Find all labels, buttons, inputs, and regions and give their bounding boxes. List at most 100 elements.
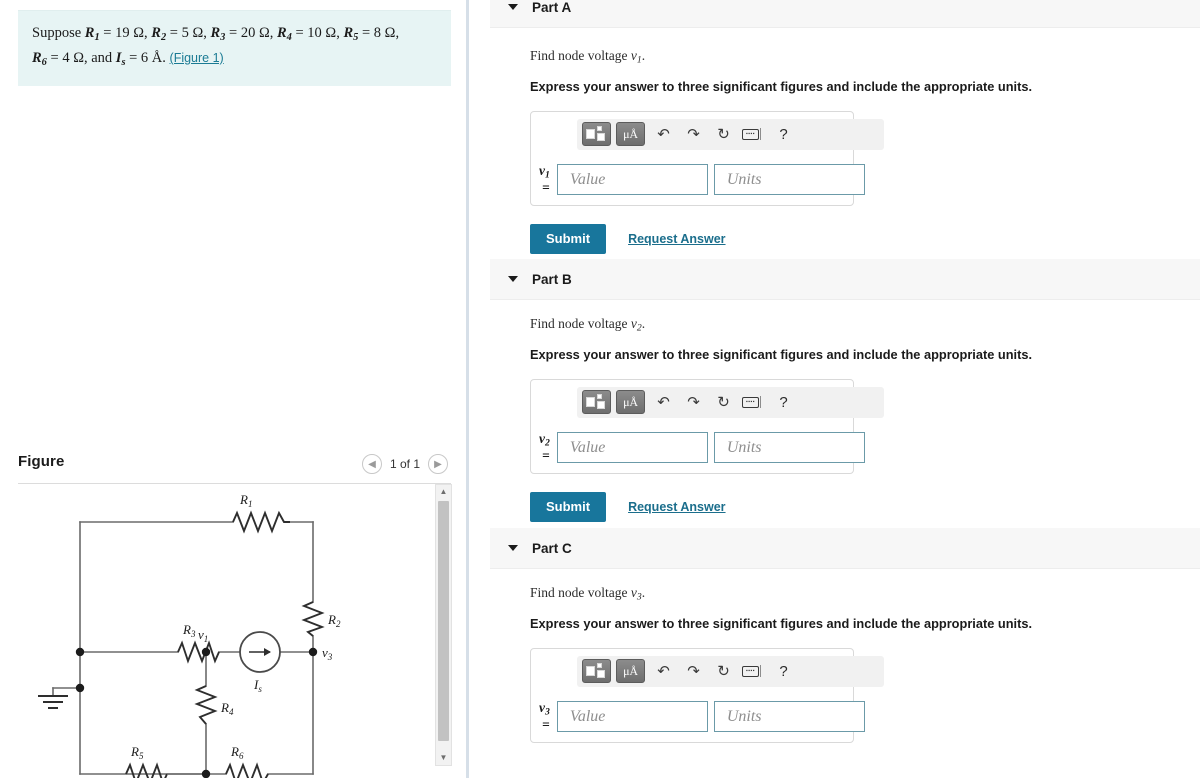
node-v1-dot [201, 647, 211, 657]
part-header-b[interactable]: Part B [490, 259, 1200, 300]
node-v3-label: v3 [322, 645, 333, 662]
part-header-c[interactable]: Part C [490, 528, 1200, 569]
math-template-icon[interactable] [582, 390, 611, 415]
resistor-r1-label: R1 [239, 492, 252, 509]
resistor-r3-symbol [177, 640, 220, 664]
part-a-instruction: Express your answer to three significant… [530, 78, 1033, 94]
node-v2-dot [201, 769, 211, 778]
parts-panel: Part A Find node voltage v1. Express you… [472, 0, 1200, 778]
resistor-r6-label: R6 [230, 744, 244, 761]
junction-dot [75, 683, 85, 693]
part-c-answer-row: v3 = [539, 699, 865, 734]
part-c-instruction: Express your answer to three significant… [530, 615, 1033, 631]
node-v1-label: v1 [198, 627, 208, 644]
part-b-answer-label: v2 = [539, 430, 550, 464]
help-icon[interactable]: ? [770, 659, 797, 683]
problem-line-1: Suppose R1 = 19 Ω, R2 = 5 Ω, R3 = 20 Ω, … [32, 25, 400, 43]
part-header-a[interactable]: Part A [490, 0, 1200, 28]
part-c-body: Find node voltage v3. Express your answe… [472, 585, 1200, 744]
part-b-units-input[interactable] [713, 432, 865, 464]
resistor-r4-symbol [194, 685, 218, 725]
part-b-value-input[interactable] [556, 432, 708, 464]
help-icon[interactable]: ? [770, 122, 797, 146]
part-c-answer-label: v3 = [539, 699, 550, 733]
undo-icon[interactable]: ↶ [650, 390, 677, 414]
figure-prev-button[interactable]: ◀ [361, 454, 382, 474]
part-a-question: Find node voltage v1. [530, 48, 646, 66]
part-c-units-input[interactable] [713, 701, 865, 733]
part-a-label: Part A [532, 0, 572, 15]
part-a-units-input[interactable] [713, 164, 865, 196]
part-c-question: Find node voltage v3. [530, 585, 646, 603]
part-a-answer-label: v1 = [539, 162, 550, 196]
help-icon[interactable]: ? [770, 390, 797, 414]
part-b-answer-row: v2 = [539, 430, 865, 465]
part-a-answer-row: v1 = [539, 162, 865, 197]
undo-icon[interactable]: ↶ [650, 122, 677, 146]
resistor-r1-symbol [232, 510, 290, 534]
units-button[interactable]: μÅ [616, 659, 645, 684]
part-a-request-answer-link[interactable]: Request Answer [628, 232, 725, 246]
figure-1-link[interactable]: (Figure 1) [170, 51, 224, 65]
part-a-value-input[interactable] [556, 164, 708, 196]
resistor-r5-symbol [125, 762, 168, 778]
scroll-down-arrow-icon[interactable]: ▼ [440, 751, 448, 765]
part-b-body: Find node voltage v2. Express your answe… [472, 316, 1200, 523]
circuit-svg: R1 R2 R3 R4 R5 R6 Is v1 v3 [38, 492, 341, 778]
figure-title: Figure [18, 453, 65, 470]
resistor-r4-label: R4 [220, 700, 234, 717]
part-a-math-toolbar: μÅ ↶ ↷ ↻ ▪▪▪▪ ? [577, 118, 884, 150]
reset-icon[interactable]: ↻ [710, 659, 737, 683]
keyboard-icon[interactable]: ▪▪▪▪ [740, 659, 767, 683]
redo-icon[interactable]: ↷ [680, 122, 707, 146]
resistor-r5-label: R5 [130, 744, 144, 761]
resistor-r6-symbol [225, 762, 269, 778]
part-b-question: Find node voltage v2. [530, 316, 646, 334]
undo-icon[interactable]: ↶ [650, 659, 677, 683]
collapse-caret-icon[interactable] [508, 276, 518, 282]
current-source-label: Is [253, 677, 262, 694]
resistor-r2-label: R2 [327, 612, 341, 629]
keyboard-icon[interactable]: ▪▪▪▪ [740, 122, 767, 146]
node-v3-dot [308, 647, 318, 657]
units-button[interactable]: μÅ [616, 390, 645, 415]
problem-statement: Suppose R1 = 19 Ω, R2 = 5 Ω, R3 = 20 Ω, … [18, 10, 451, 86]
figure-body: R1 R2 R3 R4 R5 R6 Is v1 v3 [18, 484, 451, 778]
part-a-submit-button[interactable]: Submit [530, 224, 607, 255]
part-b-submit-button[interactable]: Submit [530, 492, 607, 523]
part-b-math-toolbar: μÅ ↶ ↷ ↻ ▪▪▪▪ ? [577, 386, 884, 418]
ground-icon [38, 695, 68, 709]
figure-page-indicator: 1 of 1 [389, 457, 420, 471]
figure-scrollbar[interactable]: ▲ ▼ [435, 484, 452, 766]
junction-dot [75, 647, 85, 657]
redo-icon[interactable]: ↷ [680, 390, 707, 414]
reset-icon[interactable]: ↻ [710, 122, 737, 146]
part-c-label: Part C [532, 540, 572, 556]
scrollbar-thumb[interactable] [438, 501, 449, 741]
resistor-r3-label: R3 [182, 622, 196, 639]
figure-panel: Suppose R1 = 19 Ω, R2 = 5 Ω, R3 = 20 Ω, … [0, 0, 469, 778]
resistor-r2-symbol [301, 601, 325, 637]
math-template-icon[interactable] [582, 659, 611, 684]
part-b-instruction: Express your answer to three significant… [530, 346, 1033, 362]
redo-icon[interactable]: ↷ [680, 659, 707, 683]
collapse-caret-icon[interactable] [508, 545, 518, 551]
part-c-answer-box: μÅ ↶ ↷ ↻ ▪▪▪▪ ? v3 = [530, 647, 884, 744]
figure-pager: ◀ 1 of 1 ▶ [361, 454, 448, 474]
part-a-answer-box: μÅ ↶ ↷ ↻ ▪▪▪▪ ? v1 = [530, 110, 884, 207]
part-b-request-answer-link[interactable]: Request Answer [628, 500, 725, 514]
scroll-up-arrow-icon[interactable]: ▲ [440, 485, 448, 499]
units-button[interactable]: μÅ [616, 122, 645, 147]
part-b-submit-row: Submit Request Answer [530, 492, 1200, 523]
part-c-math-toolbar: μÅ ↶ ↷ ↻ ▪▪▪▪ ? [577, 655, 884, 687]
problem-line-2: R6 = 4 Ω, and Is = 6 Å. (Figure 1) [32, 49, 224, 68]
keyboard-icon[interactable]: ▪▪▪▪ [740, 390, 767, 414]
reset-icon[interactable]: ↻ [710, 390, 737, 414]
math-template-icon[interactable] [582, 122, 611, 147]
part-a-submit-row: Submit Request Answer [530, 224, 1200, 255]
part-b-label: Part B [532, 271, 572, 287]
circuit-diagram: R1 R2 R3 R4 R5 R6 Is v1 v3 [18, 484, 433, 778]
collapse-caret-icon[interactable] [508, 4, 518, 10]
part-c-value-input[interactable] [556, 701, 708, 733]
figure-next-button[interactable]: ▶ [428, 454, 448, 474]
